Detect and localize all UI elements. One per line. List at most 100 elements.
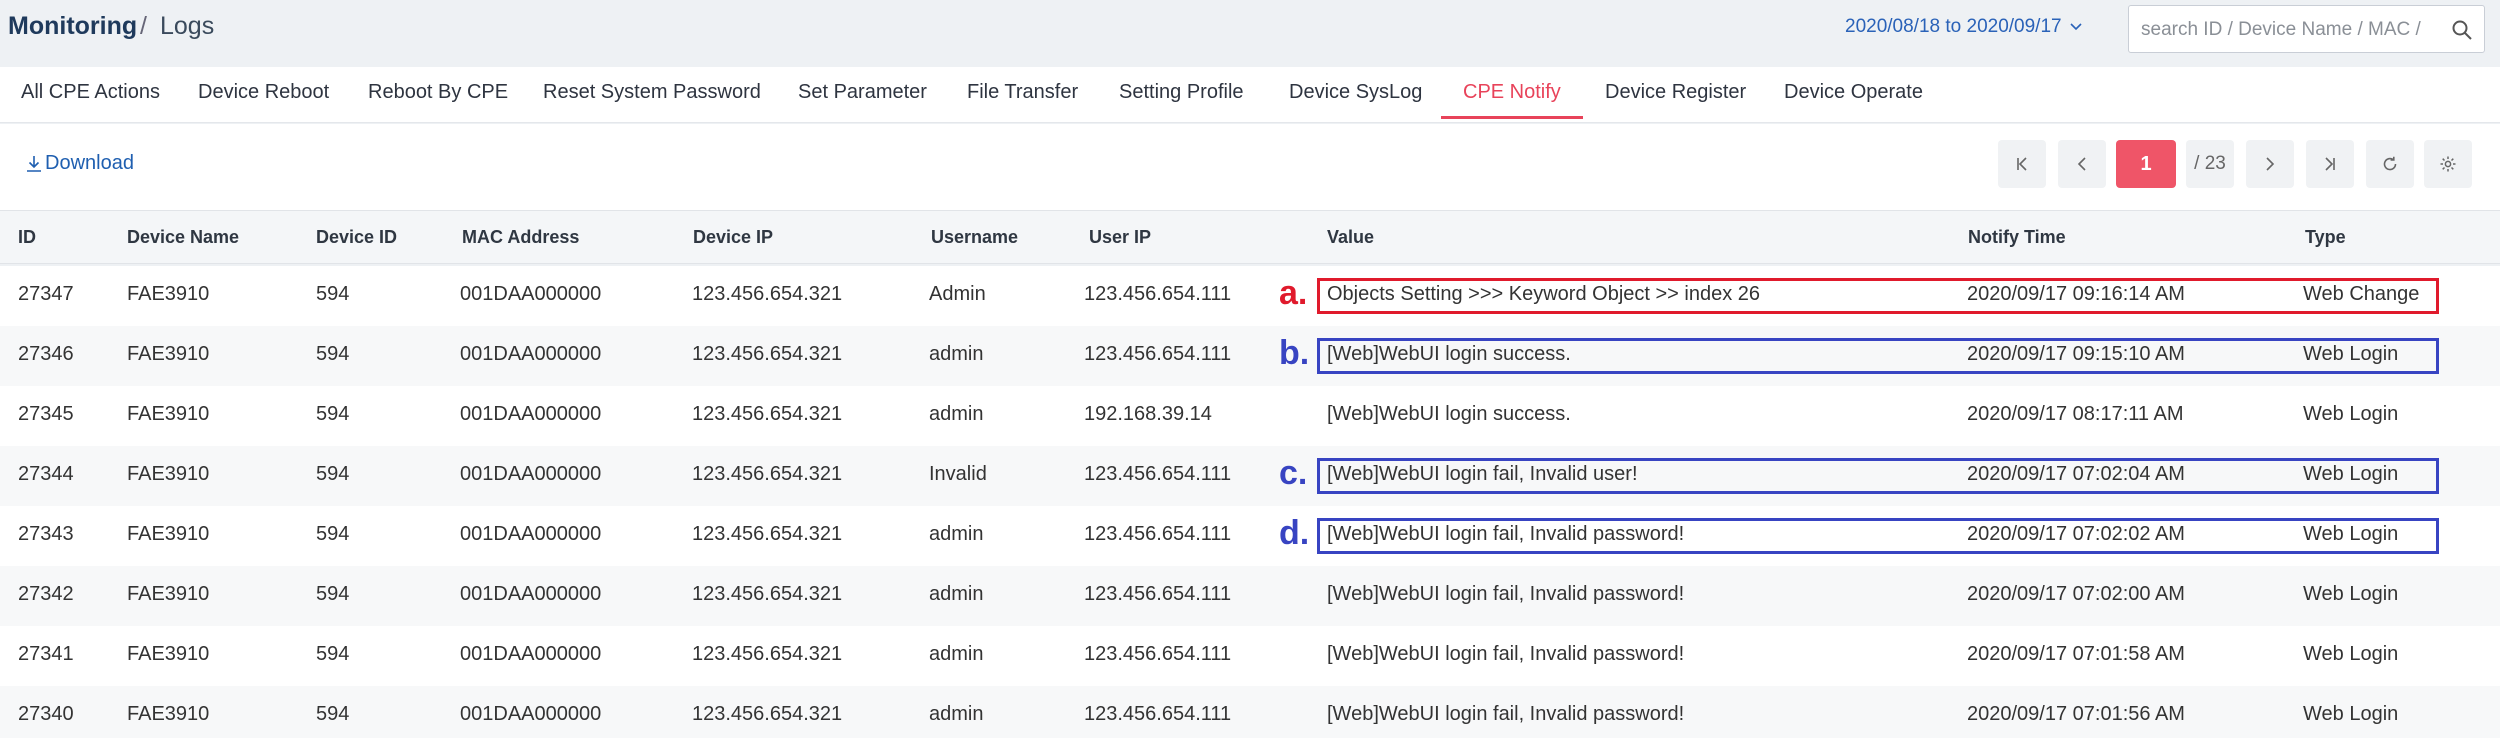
column-header-device-ip[interactable]: Device IP: [693, 227, 773, 248]
last-page-icon: [2325, 157, 2335, 171]
column-header-mac[interactable]: MAC Address: [462, 227, 579, 248]
column-header-notify-time[interactable]: Notify Time: [1968, 227, 2066, 248]
cell-value: Objects Setting >>> Keyword Object >> in…: [1327, 283, 1761, 305]
tab-all-cpe-actions[interactable]: All CPE Actions: [21, 81, 160, 123]
column-header-device-id[interactable]: Device ID: [316, 227, 397, 248]
table-row[interactable]: 27345 FAE3910 594 001DAA000000 123.456.654.3…: [0, 386, 2500, 446]
log-type-tabs: All CPE Actions Device Reboot Reboot By …: [0, 67, 2500, 123]
cell-user-ip: 123.456.654.111: [1084, 523, 1232, 545]
column-header-user-ip[interactable]: User IP: [1089, 227, 1151, 248]
cell-device-id: 594: [316, 643, 350, 665]
cell-mac: 001DAA000000: [460, 463, 602, 485]
cell-device-ip: 123.456.654.321: [692, 523, 843, 545]
settings-button[interactable]: [2424, 140, 2472, 188]
tab-file-transfer[interactable]: File Transfer: [967, 81, 1078, 123]
tab-device-reboot[interactable]: Device Reboot: [198, 81, 329, 123]
cell-type: Web Login: [2303, 703, 2399, 725]
first-page-button[interactable]: [1998, 140, 2046, 188]
cell-id: 27344: [18, 463, 74, 485]
cell-username: Invalid: [929, 463, 987, 485]
annotation-marker: b.: [1279, 334, 1310, 372]
cell-device-ip: 123.456.654.321: [692, 583, 843, 605]
cell-device-id: 594: [316, 523, 350, 545]
tab-reset-system-password[interactable]: Reset System Password: [543, 81, 761, 123]
cell-user-ip: 123.456.654.111: [1084, 343, 1232, 365]
active-tab-indicator: [1441, 116, 1583, 119]
cell-mac: 001DAA000000: [460, 283, 602, 305]
last-page-button[interactable]: [2306, 140, 2354, 188]
cell-value: [Web]WebUI login fail, Invalid password!: [1327, 703, 1685, 725]
tab-set-parameter[interactable]: Set Parameter: [798, 81, 927, 123]
first-page-icon: [2017, 157, 2027, 171]
cell-type: Web Login: [2303, 583, 2399, 605]
cell-device-name: FAE3910: [127, 283, 210, 305]
cell-notify-time: 2020/09/17 09:15:10 AM: [1967, 343, 2185, 365]
cell-value: [Web]WebUI login success.: [1327, 403, 1571, 425]
cell-mac: 001DAA000000: [460, 583, 602, 605]
tab-device-register[interactable]: Device Register: [1605, 81, 1746, 123]
tab-setting-profile[interactable]: Setting Profile: [1119, 81, 1244, 123]
cell-device-name: FAE3910: [127, 703, 210, 725]
breadcrumb-current: Logs: [160, 12, 215, 40]
table-row[interactable]: 27343 FAE3910 594 001DAA000000 123.456.654.3…: [0, 506, 2500, 566]
download-label: Download: [45, 152, 134, 174]
cell-notify-time: 2020/09/17 09:16:14 AM: [1967, 283, 2185, 305]
table-row[interactable]: 27347 FAE3910 594 001DAA000000 123.456.654.3…: [0, 266, 2500, 326]
cell-mac: 001DAA000000: [460, 403, 602, 425]
table-row[interactable]: 27346 FAE3910 594 001DAA000000 123.456.654.3…: [0, 326, 2500, 386]
cell-notify-time: 2020/09/17 07:01:58 AM: [1967, 643, 2185, 665]
search-icon[interactable]: [2451, 19, 2473, 41]
cell-id: 27343: [18, 523, 74, 545]
tab-device-syslog[interactable]: Device SysLog: [1289, 81, 1422, 123]
table-row[interactable]: 27340 FAE3910 594 001DAA000000 123.456.654.3…: [0, 686, 2500, 738]
breadcrumb-root[interactable]: Monitoring: [8, 12, 137, 41]
cell-device-id: 594: [316, 343, 350, 365]
cell-id: 27345: [18, 403, 74, 425]
table-row[interactable]: 27344 FAE3910 594 001DAA000000 123.456.654.3…: [0, 446, 2500, 506]
download-button[interactable]: Download: [25, 152, 134, 175]
table-row[interactable]: 27342 FAE3910 594 001DAA000000 123.456.654.3…: [0, 566, 2500, 626]
current-page[interactable]: 1: [2116, 140, 2176, 188]
cell-device-name: FAE3910: [127, 403, 210, 425]
chevron-right-icon: [2266, 157, 2275, 171]
cell-username: admin: [929, 583, 984, 605]
next-page-button[interactable]: [2246, 140, 2294, 188]
cell-user-ip: 192.168.39.14: [1084, 403, 1212, 425]
cell-user-ip: 123.456.654.111: [1084, 583, 1232, 605]
cell-user-ip: 123.456.654.111: [1084, 643, 1232, 665]
annotation-marker: c.: [1279, 454, 1308, 492]
cell-user-ip: 123.456.654.111: [1084, 463, 1232, 485]
column-header-value[interactable]: Value: [1327, 227, 1374, 248]
cell-type: Web Change: [2303, 283, 2420, 305]
cell-notify-time: 2020/09/17 07:01:56 AM: [1967, 703, 2185, 725]
cell-type: Web Login: [2303, 403, 2399, 425]
cell-value: [Web]WebUI login fail, Invalid password!: [1327, 523, 1685, 545]
refresh-button[interactable]: [2366, 140, 2414, 188]
chevron-left-icon: [2077, 157, 2086, 171]
cell-device-id: 594: [316, 463, 350, 485]
cell-device-ip: 123.456.654.321: [692, 463, 843, 485]
search-input[interactable]: [2141, 16, 2441, 44]
prev-page-button[interactable]: [2058, 140, 2106, 188]
cell-device-id: 594: [316, 283, 350, 305]
column-header-id[interactable]: ID: [18, 227, 36, 248]
column-header-username[interactable]: Username: [931, 227, 1018, 248]
column-header-type[interactable]: Type: [2305, 227, 2346, 248]
cell-type: Web Login: [2303, 523, 2399, 545]
tab-reboot-by-cpe[interactable]: Reboot By CPE: [368, 81, 508, 123]
table-toolbar: Download 1 / 23: [0, 124, 2500, 210]
gear-icon: [2440, 156, 2456, 172]
breadcrumb-separator: /: [140, 12, 147, 40]
cell-notify-time: 2020/09/17 07:02:02 AM: [1967, 523, 2185, 545]
column-header-device-name[interactable]: Device Name: [127, 227, 239, 248]
search-box: [2128, 5, 2485, 53]
table-row[interactable]: 27341 FAE3910 594 001DAA000000 123.456.654.3…: [0, 626, 2500, 686]
download-icon: [27, 155, 41, 172]
date-range-picker[interactable]: 2020/08/18 to 2020/09/17: [1845, 16, 2084, 38]
top-header: Monitoring / Logs 2020/08/18 to 2020/09/…: [0, 0, 2500, 56]
tab-device-operate[interactable]: Device Operate: [1784, 81, 1923, 123]
cell-device-ip: 123.456.654.321: [692, 703, 843, 725]
cell-username: admin: [929, 343, 984, 365]
cell-value: [Web]WebUI login fail, Invalid password!: [1327, 583, 1685, 605]
cell-username: admin: [929, 403, 984, 425]
